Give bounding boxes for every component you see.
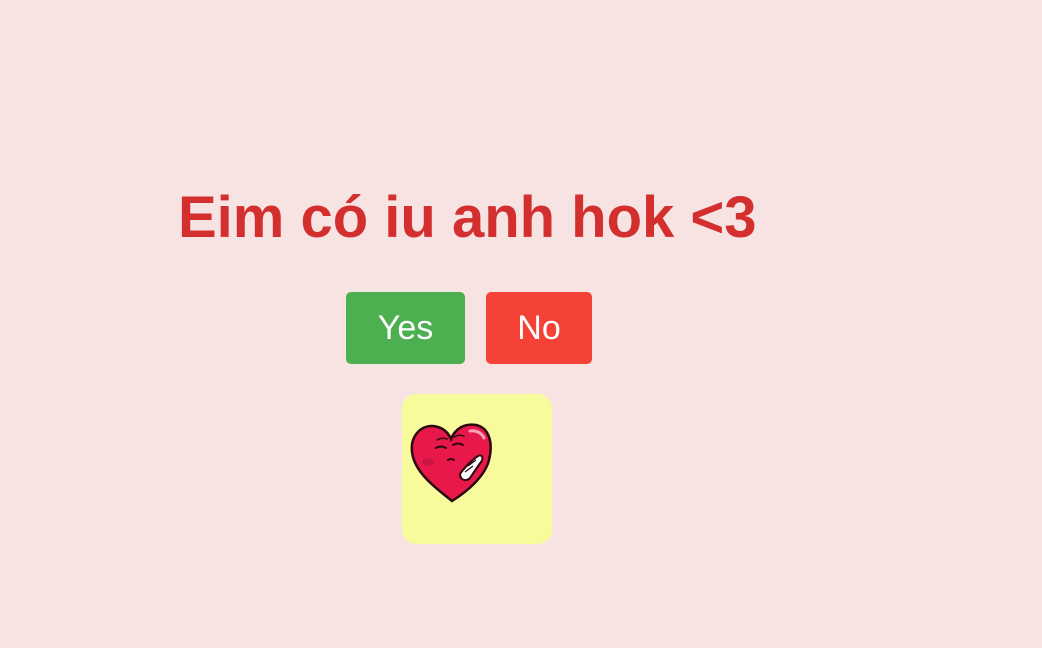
heart-sticker-image xyxy=(402,394,552,544)
blushing-heart-icon xyxy=(402,394,552,544)
question-heading: Eim có iu anh hok <3 xyxy=(178,185,757,250)
no-button[interactable]: No xyxy=(486,292,592,364)
mouth xyxy=(447,458,455,461)
blush-left xyxy=(422,458,434,466)
yes-button[interactable]: Yes xyxy=(346,292,465,364)
